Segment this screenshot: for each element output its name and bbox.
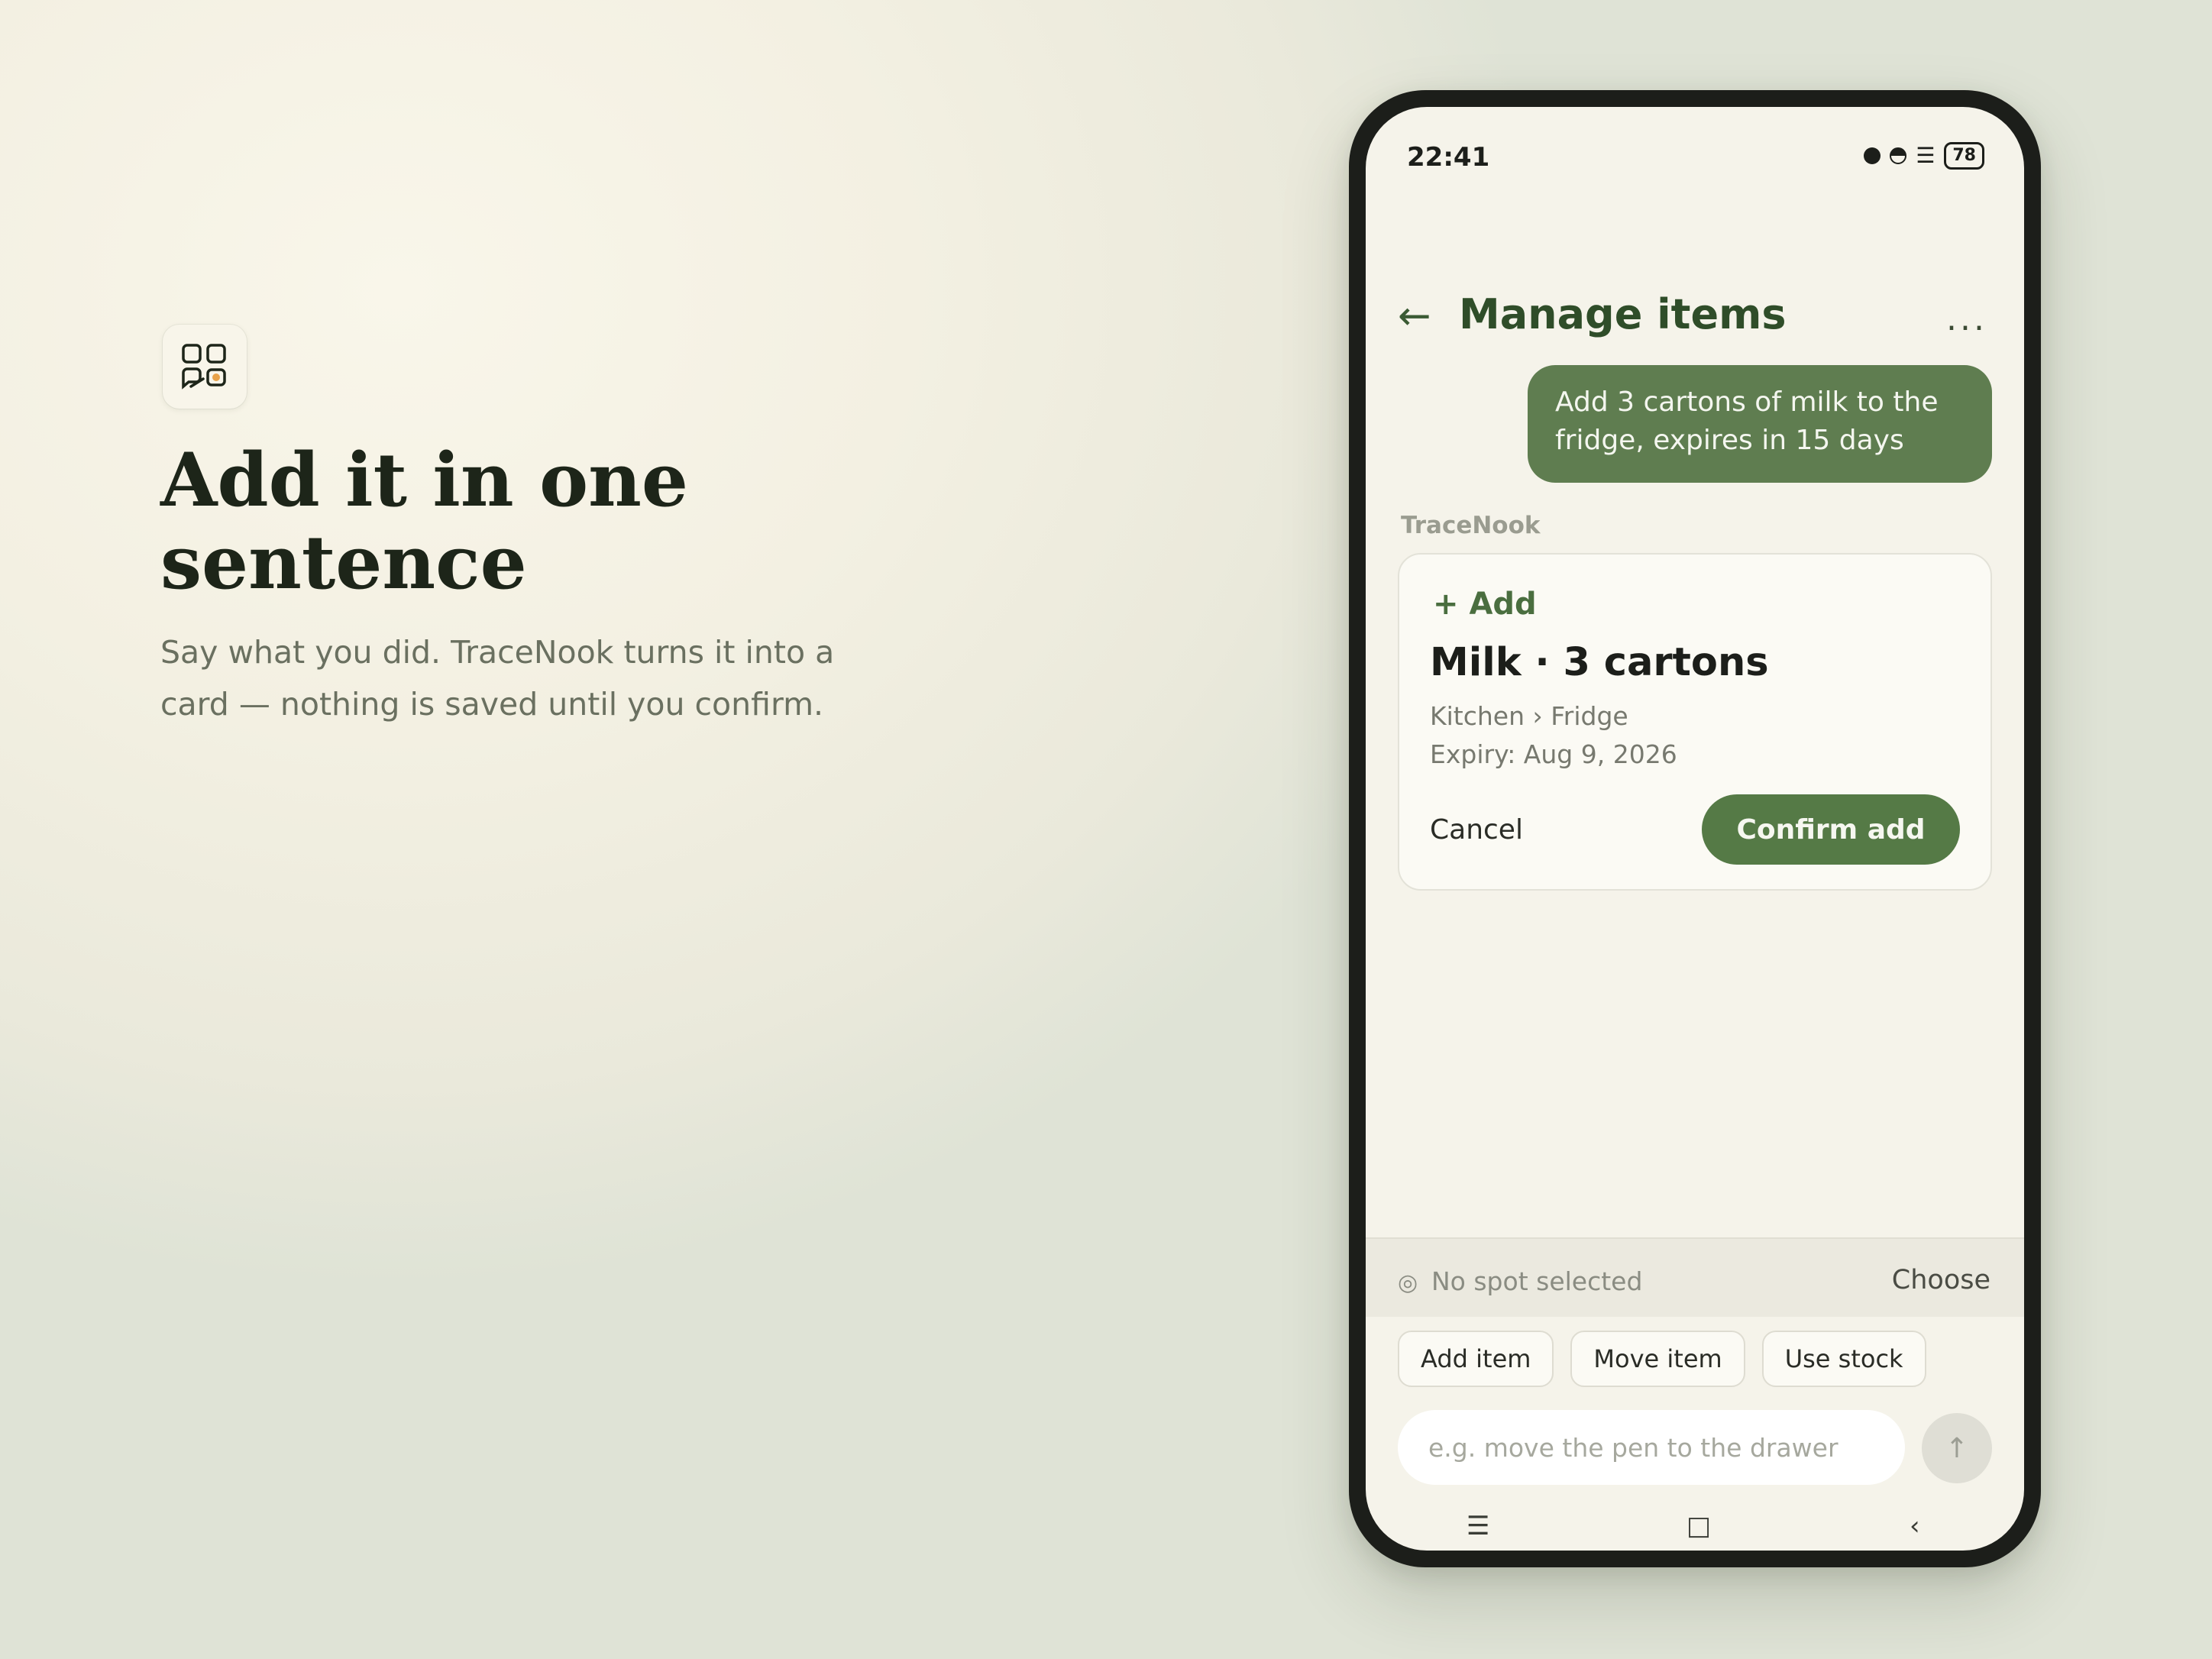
nav-recents-icon[interactable]: ☰ bbox=[1467, 1511, 1489, 1541]
nav-home-icon[interactable]: □ bbox=[1686, 1511, 1711, 1541]
target-icon: ◎ bbox=[1398, 1269, 1418, 1296]
card-action-label: + Add bbox=[1433, 587, 1537, 622]
battery-icon: 78 bbox=[1944, 142, 1984, 170]
confirm-add-button[interactable]: Confirm add bbox=[1702, 794, 1960, 865]
camera-dot-icon bbox=[1864, 147, 1881, 164]
card-expiry: Expiry: Aug 9, 2026 bbox=[1430, 739, 1677, 769]
signal-icon: ☰ bbox=[1916, 143, 1936, 168]
status-time: 22:41 bbox=[1407, 142, 1490, 173]
composer-panel: ◎ No spot selected Choose Add item Move … bbox=[1366, 1237, 2024, 1551]
phone-frame: 22:41 ☰ 78 ← Manage items ... Add 3 cart… bbox=[1349, 90, 2041, 1567]
quick-action-chips: Add item Move item Use stock bbox=[1398, 1331, 1926, 1387]
promo-subtitle: Say what you did. TraceNook turns it int… bbox=[160, 634, 835, 723]
message-input[interactable] bbox=[1398, 1410, 1905, 1485]
phone-screen: 22:41 ☰ 78 ← Manage items ... Add 3 cart… bbox=[1366, 107, 2024, 1551]
dnd-icon bbox=[1890, 147, 1907, 164]
add-item-card: + Add Milk · 3 cartons Kitchen › Fridge … bbox=[1398, 553, 1992, 891]
chip-use-stock[interactable]: Use stock bbox=[1761, 1331, 1926, 1387]
page-title: Manage items bbox=[1459, 290, 1787, 338]
cancel-button[interactable]: Cancel bbox=[1430, 814, 1523, 846]
back-arrow-icon[interactable]: ← bbox=[1398, 296, 1431, 336]
headline-line-2: sentence bbox=[160, 519, 527, 606]
user-message-bubble: Add 3 cartons of milk to the fridge, exp… bbox=[1528, 365, 1992, 483]
more-options-icon[interactable]: ... bbox=[1946, 299, 1987, 338]
promo-headline: Add it in one sentence bbox=[160, 439, 924, 604]
send-button[interactable]: ↑ bbox=[1922, 1413, 1992, 1483]
chip-move-item[interactable]: Move item bbox=[1570, 1331, 1745, 1387]
status-icons: ☰ 78 bbox=[1864, 142, 1984, 170]
card-item-title: Milk · 3 cartons bbox=[1430, 640, 1769, 685]
status-bar: 22:41 ☰ 78 bbox=[1366, 107, 2024, 176]
chat-grid-app-icon bbox=[182, 344, 226, 390]
system-nav-bar: ☰ □ ‹ bbox=[1366, 1511, 2024, 1551]
nav-back-icon[interactable]: ‹ bbox=[1910, 1511, 1920, 1541]
assistant-sender-label: TraceNook bbox=[1401, 512, 1541, 539]
app-icon bbox=[163, 325, 247, 409]
card-location: Kitchen › Fridge bbox=[1430, 701, 1628, 731]
spot-selector-bar: ◎ No spot selected Choose bbox=[1366, 1237, 2024, 1317]
chip-add-item[interactable]: Add item bbox=[1398, 1331, 1554, 1387]
spot-status-text: No spot selected bbox=[1431, 1266, 1643, 1296]
headline-line-1: Add it in one bbox=[160, 437, 688, 523]
choose-spot-button[interactable]: Choose bbox=[1892, 1265, 1990, 1295]
